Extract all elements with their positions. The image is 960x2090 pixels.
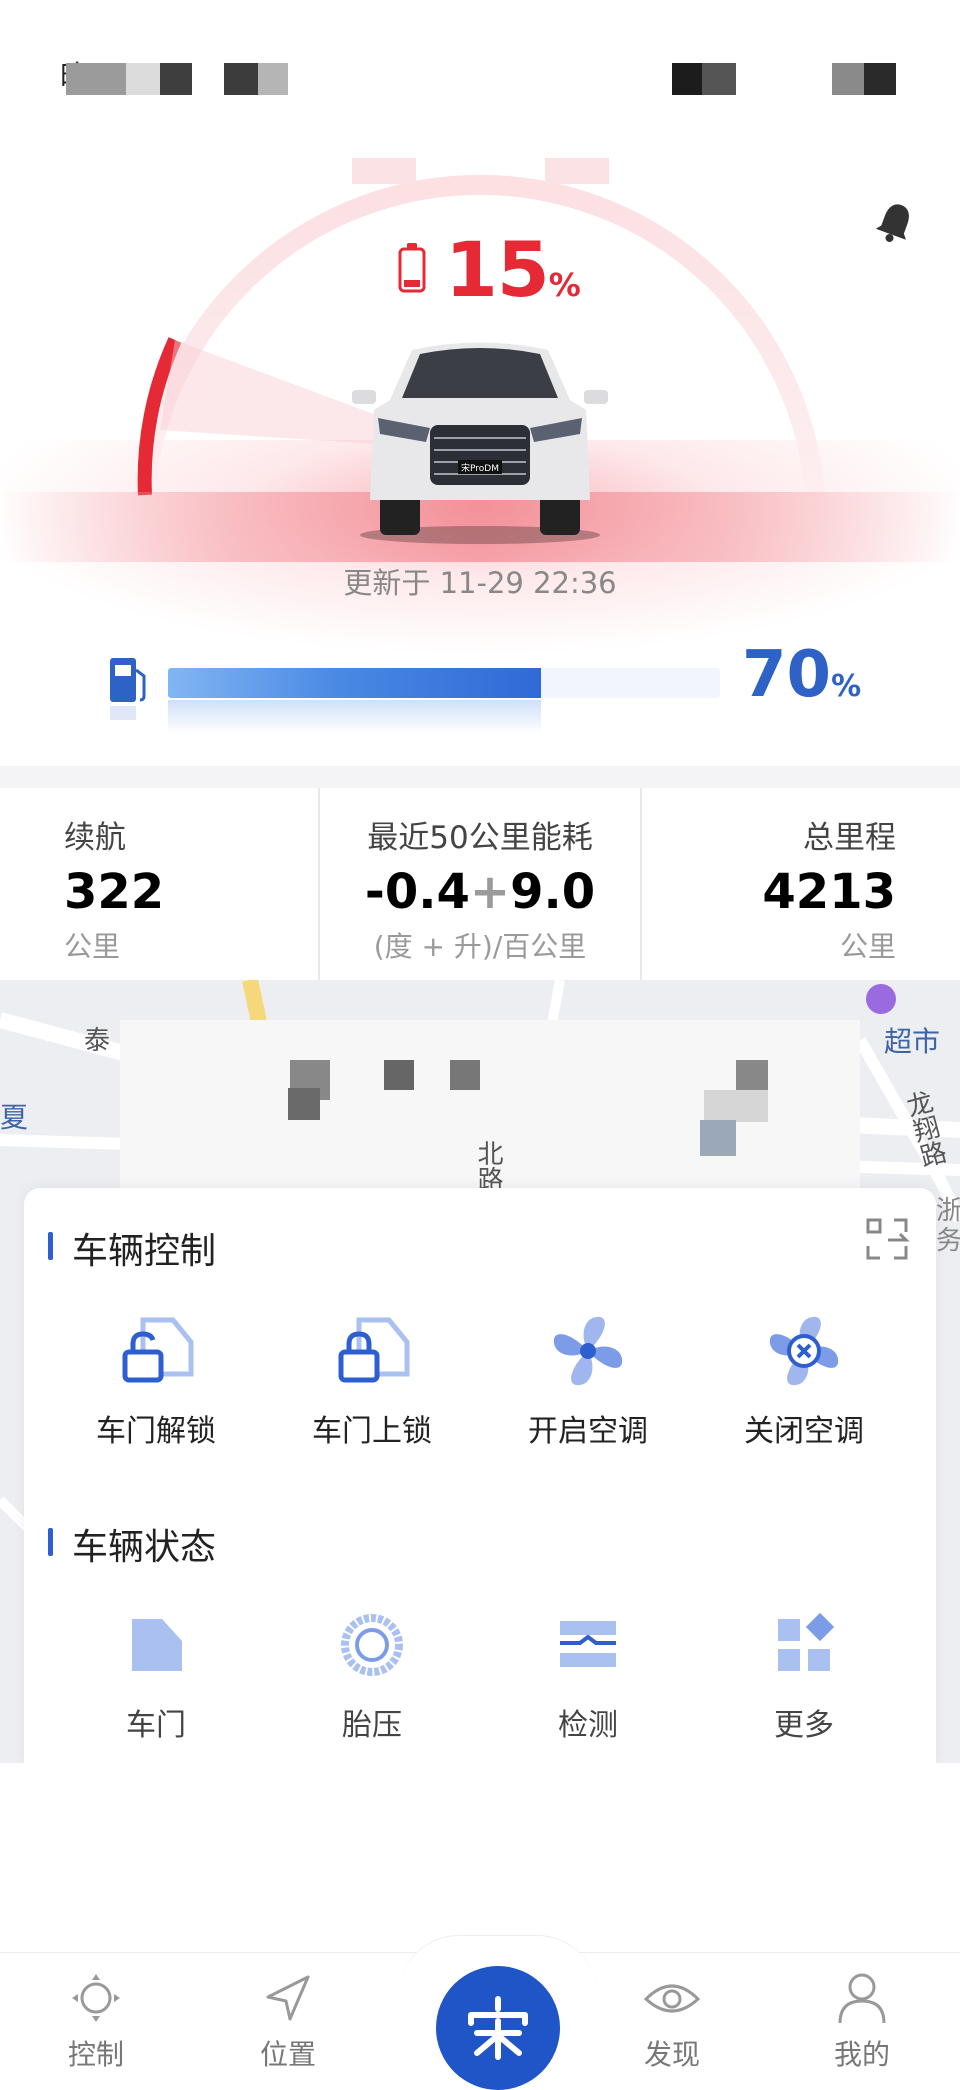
more-icon: [704, 1602, 904, 1688]
inspection-label: 检测: [558, 1708, 618, 1743]
range-label: 续航: [64, 820, 126, 856]
range-stat: 续航 322 公里: [64, 812, 164, 1004]
door-unlock-label: 车门解锁: [96, 1414, 216, 1449]
fuel-progress-fill: [168, 668, 541, 698]
consumption-value: -0.4+9.0: [320, 865, 640, 919]
nav-item-control[interactable]: 控制: [26, 1971, 166, 2073]
map-label: 泰: [84, 1026, 111, 1056]
redacted-area: [700, 1120, 736, 1156]
nav-label-location: 位置: [259, 2038, 316, 2071]
consumption-plus: +: [469, 864, 511, 920]
mileage-unit: 公里: [839, 930, 896, 963]
fuel-value: 70: [742, 638, 832, 712]
nav-label-control: 控制: [67, 2038, 124, 2071]
mileage-label: 总里程: [803, 820, 896, 856]
ac-off-button[interactable]: 关闭空调: [704, 1308, 904, 1450]
fuel-progress-bar: [168, 668, 720, 698]
fuel-reflection: [168, 700, 541, 734]
tire-pressure-button[interactable]: 胎压: [272, 1602, 472, 1744]
fuel-unit: %: [831, 669, 862, 704]
consumption-electric: -0.4: [364, 864, 470, 920]
door-lock-icon: [272, 1308, 472, 1394]
mileage-value: 4213: [762, 864, 896, 920]
more-label: 更多: [774, 1708, 834, 1743]
inspection-button[interactable]: 检测: [488, 1602, 688, 1744]
redacted-area: [288, 1088, 320, 1120]
redacted-block: [258, 63, 288, 95]
ac-off-label: 关闭空调: [744, 1414, 864, 1449]
redacted-area: [704, 1090, 768, 1122]
redacted-area: [384, 1060, 414, 1090]
vehicle-status-title: 车辆状态: [72, 1527, 217, 1568]
section-divider: [0, 766, 960, 788]
map-label: 夏: [0, 1101, 29, 1134]
more-button[interactable]: 更多: [704, 1602, 904, 1744]
redacted-block: [864, 63, 896, 95]
redacted-block: [126, 63, 160, 95]
redacted-block: [224, 63, 258, 95]
brand-logo-icon: [468, 1996, 528, 2060]
vehicle-control-title: 车辆控制: [72, 1231, 217, 1272]
nav-label-discover: 发现: [643, 2038, 700, 2071]
range-value: 322: [64, 864, 165, 920]
fuel-pump-icon: [110, 658, 146, 720]
battery-unit: %: [548, 266, 581, 304]
control-icon: [72, 1974, 120, 2022]
tire-pressure-label: 胎压: [342, 1708, 402, 1743]
redacted-block: [160, 63, 192, 95]
location-icon: [266, 1975, 310, 2021]
battery-low-icon: [398, 243, 426, 293]
ac-on-icon: [488, 1308, 688, 1394]
redacted-block: [702, 63, 736, 95]
nav-item-discover[interactable]: 发现: [602, 1971, 742, 2073]
tire-icon: [272, 1602, 472, 1688]
update-time: 更新于 11-29 22:36: [343, 566, 617, 600]
discover-icon: [643, 1984, 701, 2013]
map-label: 务: [936, 1226, 960, 1256]
door-status-button[interactable]: 车门: [56, 1602, 256, 1744]
stat-separator: [640, 788, 642, 980]
car-image: 宋ProDM: [352, 342, 608, 544]
section-accent: [48, 1528, 53, 1556]
door-unlock-icon: [56, 1308, 256, 1394]
ac-on-button[interactable]: 开启空调: [488, 1308, 688, 1450]
redacted-block: [66, 63, 126, 95]
section-accent: [48, 1232, 53, 1260]
inspection-icon: [488, 1602, 688, 1688]
door-icon: [56, 1602, 256, 1688]
door-status-label: 车门: [126, 1708, 186, 1743]
mileage-stat: 总里程 4213 公里: [660, 812, 896, 1004]
nav-center-logo-button[interactable]: [436, 1966, 560, 2090]
nav-item-profile[interactable]: 我的: [792, 1971, 932, 2073]
door-lock-button[interactable]: 车门上锁: [272, 1308, 472, 1450]
supermarket-pin-icon: [866, 984, 896, 1014]
battery-value: 15: [445, 225, 550, 314]
svg-text:宋ProDM: 宋ProDM: [461, 462, 499, 474]
door-unlock-button[interactable]: 车门解锁: [56, 1308, 256, 1450]
bell-icon[interactable]: [874, 200, 916, 246]
nav-label-profile: 我的: [833, 2038, 890, 2071]
door-lock-label: 车门上锁: [312, 1414, 432, 1449]
redacted-area: [450, 1060, 480, 1090]
scan-switch-icon[interactable]: [864, 1216, 910, 1262]
redacted-area: [736, 1060, 768, 1090]
fuel-percent: 70%: [742, 638, 861, 712]
stats-panel: 续航 322 公里 最近50公里能耗 -0.4+9.0 (度 + 升)/百公里 …: [0, 788, 960, 980]
ac-on-label: 开启空调: [528, 1414, 648, 1449]
battery-percent: 15%: [445, 225, 581, 314]
consumption-label: 最近50公里能耗: [367, 820, 593, 856]
map-label-supermarket: 超市: [884, 1025, 941, 1058]
profile-icon: [838, 1973, 886, 2024]
ac-off-icon: [704, 1308, 904, 1394]
consumption-fuel: 9.0: [510, 864, 596, 920]
consumption-unit: (度 + 升)/百公里: [373, 930, 587, 963]
control-card: 车辆控制 车门解锁 车门上锁 开启空调 关闭空调 车辆状态 车门 胎压 检测 更…: [24, 1188, 936, 1763]
redacted-block: [832, 63, 864, 95]
range-unit: 公里: [64, 930, 121, 963]
nav-item-location[interactable]: 位置: [218, 1971, 358, 2073]
consumption-stat[interactable]: 最近50公里能耗 -0.4+9.0 (度 + 升)/百公里: [320, 812, 640, 1004]
map-label-road: 北路: [473, 1140, 503, 1192]
redacted-block: [672, 63, 702, 95]
card-bottom-fill: [0, 1763, 960, 1953]
